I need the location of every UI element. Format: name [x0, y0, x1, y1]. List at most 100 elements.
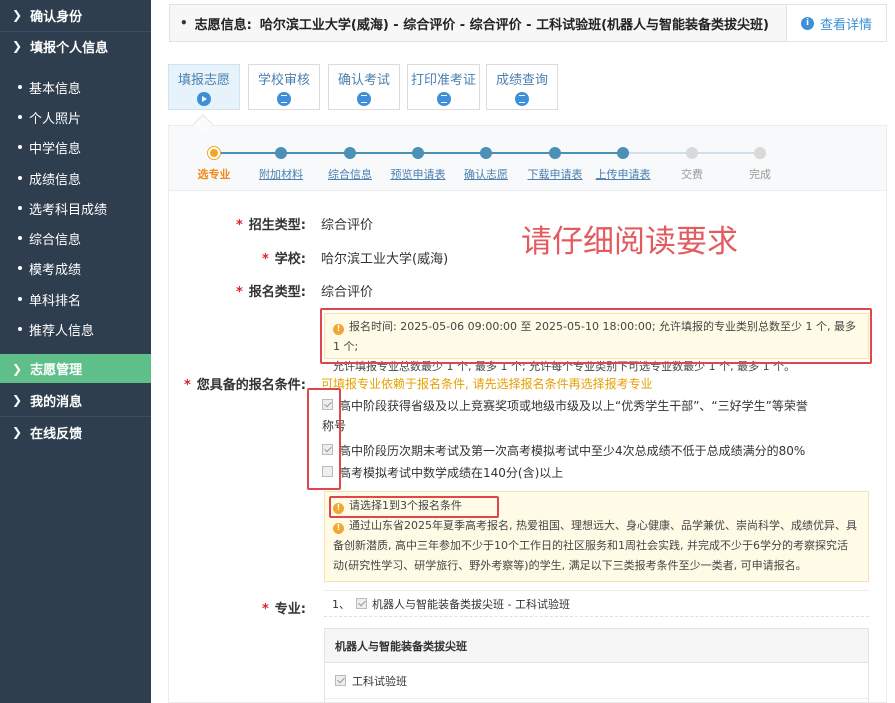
label-text: 报名类型: — [248, 285, 306, 300]
application-summary: 哈尔滨工业大学(威海) - 综合评价 - 综合评价 - 工科试验班(机器人与智能… — [259, 17, 769, 33]
sidebar-item-subject-ranking[interactable]: 单科排名 — [0, 284, 151, 314]
required-mark: * — [183, 378, 191, 393]
major-value: 机器人与智能装备类拔尖班 - 工科试验班 — [372, 597, 570, 611]
step-dot — [208, 147, 220, 159]
tab-score-query[interactable]: 成绩查询 — [486, 64, 558, 110]
sidebar-item-label: 在线反馈 — [30, 426, 83, 442]
notice-text: 通过山东省2025年夏季高考报名, 热爱祖国、理想远大、身心健康、品学兼优、崇尚… — [349, 519, 857, 532]
sidebar-item-label: 确认身份 — [30, 9, 83, 25]
apply-type-value: 综合评价 — [321, 285, 374, 300]
notice-line: ! 通过山东省2025年夏季高考报名, 热爱祖国、理想远大、身心健康、品学兼优、崇… — [333, 516, 860, 536]
major-table: 机器人与智能装备类拔尖班 工科试验班 — [324, 628, 869, 703]
sidebar-item-confirm-identity[interactable]: ❯ 确认身份 — [0, 1, 151, 29]
highlight-frame — [307, 388, 341, 490]
enroll-type-value: 综合评价 — [321, 218, 374, 233]
sidebar-item-label: 基本信息 — [29, 81, 82, 97]
tab-school-review[interactable]: 学校审核 — [248, 64, 320, 110]
sidebar-item-personal-info[interactable]: ❯ 填报个人信息 — [0, 32, 151, 60]
sidebar-item-label: 推荐人信息 — [29, 323, 95, 339]
sidebar-item-school-info[interactable]: 中学信息 — [0, 132, 151, 162]
tab-print-admission-ticket[interactable]: 打印准考证 — [407, 64, 480, 110]
bullet-icon — [18, 327, 22, 331]
sidebar-item-label: 填报个人信息 — [30, 40, 109, 56]
sidebar-item-label: 个人照片 — [29, 111, 82, 127]
step-dot — [617, 147, 629, 159]
sidebar-item-photo[interactable]: 个人照片 — [0, 102, 151, 132]
selected-major[interactable]: 1、 机器人与智能装备类拔尖班 - 工科试验班 — [324, 590, 869, 617]
tab-label: 成绩查询 — [495, 73, 548, 88]
checkbox[interactable] — [356, 598, 367, 609]
hourglass-icon — [515, 92, 529, 106]
table-row[interactable]: 工科试验班 — [325, 663, 868, 699]
step-complete: 完成 — [749, 168, 771, 181]
sidebar-item-application-management[interactable]: ❯ 志愿管理 — [0, 354, 151, 383]
chevron-right-icon: ❯ — [12, 425, 23, 439]
main-content: • 志愿信息: 哈尔滨工业大学(威海) - 综合评价 - 综合评价 - 工科试验… — [151, 0, 895, 703]
condition-text-line: 高中阶段获得省级及以上竞赛奖项或地级市级及以上“优秀学生干部”、“三好学生”等荣… — [339, 399, 808, 413]
condition-option[interactable]: 高考模拟考试中数学成绩在140分(含)以上 — [322, 463, 867, 483]
required-mark: * — [261, 252, 269, 267]
chevron-right-icon: ❯ — [12, 39, 23, 53]
chevron-right-icon: ❯ — [12, 393, 23, 407]
tab-label: 学校审核 — [257, 73, 310, 88]
major-index: 1、 — [332, 597, 350, 611]
step-dot — [549, 147, 561, 159]
sidebar-item-referee-info[interactable]: 推荐人信息 — [0, 314, 151, 344]
condition-option[interactable]: 高中阶段历次期末考试及第一次高考模拟考试中至少4次总成绩不低于总成绩满分的80% — [322, 441, 867, 461]
label-text: 学校: — [274, 252, 306, 267]
sidebar-item-label: 综合信息 — [29, 232, 82, 248]
notice-line: 动(研究性学习、研学旅行、野外考察等)的学生, 满足以下三类报考条件至少一类者,… — [333, 559, 807, 572]
sidebar-item-basic-info[interactable]: 基本信息 — [0, 72, 151, 102]
sidebar-item-grades[interactable]: 成绩信息 — [0, 163, 151, 193]
major-table-header: 机器人与智能装备类拔尖班 — [325, 629, 868, 663]
warning-icon: ! — [333, 522, 344, 534]
school-value: 哈尔滨工业大学(威海) — [321, 252, 449, 267]
notice-line: 备创新潜质, 高中三年参加不少于10个工作日的社区服务和1周社会实践, 并完成不… — [333, 539, 848, 552]
bullet-icon — [18, 266, 22, 270]
step-upload-form[interactable]: 上传申请表 — [583, 166, 663, 182]
required-mark: * — [235, 218, 243, 233]
info-label: 志愿信息: — [194, 17, 252, 33]
step-dot — [754, 147, 766, 159]
condition-option[interactable]: 高中阶段获得省级及以上竞赛奖项或地级市级及以上“优秀学生干部”、“三好学生”等荣… — [322, 396, 867, 436]
sidebar-item-mock-scores[interactable]: 模考成绩 — [0, 253, 151, 283]
application-form-panel: 选专业 附加材料 综合信息 预览申请表 确认志愿 下载申请表 上传申请表 交费 … — [168, 125, 887, 703]
highlight-frame — [320, 308, 872, 364]
divider — [0, 416, 151, 417]
view-details-button[interactable]: i 查看详情 — [786, 5, 886, 41]
sidebar-item-label: 单科排名 — [29, 293, 82, 309]
tab-confirm-exam[interactable]: 确认考试 — [328, 64, 400, 110]
label-text: 您具备的报名条件: — [196, 378, 306, 393]
conditions-label: * 您具备的报名条件: — [171, 374, 306, 393]
condition-text: 高考模拟考试中数学成绩在140分(含)以上 — [339, 466, 564, 480]
sidebar-item-label: 成绩信息 — [29, 172, 82, 188]
bullet-icon — [18, 297, 22, 301]
label-text: 招生类型: — [248, 218, 306, 233]
step-attachments[interactable]: 附加材料 — [241, 166, 321, 182]
application-info-bar: • 志愿信息: 哈尔滨工业大学(威海) - 综合评价 - 综合评价 - 工科试验… — [169, 4, 887, 42]
tab-fill-application[interactable]: 填报志愿 — [168, 64, 240, 110]
step-dot — [344, 147, 356, 159]
conditions-hint: 可填报专业依赖于报名条件, 请先选择报名条件再选择报考专业 — [321, 377, 653, 391]
step-dot — [412, 147, 424, 159]
info-bullet: • — [180, 16, 188, 30]
step-dot — [480, 147, 492, 159]
step-confirm-application[interactable]: 确认志愿 — [446, 166, 526, 182]
apply-type-label: * 报名类型: — [207, 281, 306, 300]
tab-label: 填报志愿 — [177, 73, 230, 88]
major-option-label: 工科试验班 — [352, 674, 407, 688]
condition-text: 高中阶段历次期末考试及第一次高考模拟考试中至少4次总成绩不低于总成绩满分的80% — [339, 444, 806, 458]
label-text: 专业: — [274, 602, 306, 617]
required-mark: * — [261, 602, 269, 617]
sidebar-item-messages[interactable]: ❯ 我的消息 — [0, 386, 151, 414]
view-details-label: 查看详情 — [819, 17, 872, 33]
info-icon: i — [800, 16, 814, 30]
sidebar-item-comprehensive-info[interactable]: 综合信息 — [0, 223, 151, 253]
step-dot — [686, 147, 698, 159]
school-label: * 学校: — [207, 248, 306, 267]
highlight-frame — [329, 496, 499, 518]
checkbox[interactable] — [335, 675, 346, 686]
sidebar-item-elective-scores[interactable]: 选考科目成绩 — [0, 193, 151, 223]
major-label: * 专业: — [207, 598, 306, 617]
sidebar-item-feedback[interactable]: ❯ 在线反馈 — [0, 418, 151, 446]
